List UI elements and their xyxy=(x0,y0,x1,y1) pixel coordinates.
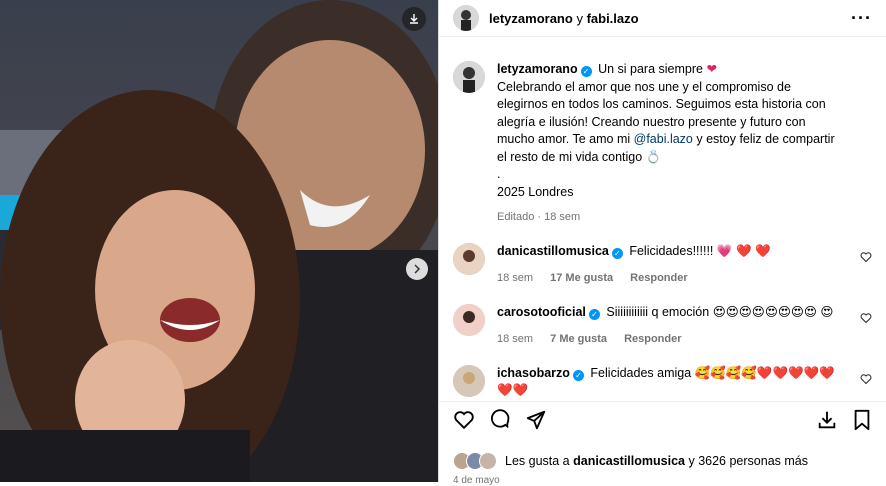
comment-meta: 18 sem 17 Me gusta Responder xyxy=(497,272,688,284)
heart-outline-icon[interactable] xyxy=(860,312,872,324)
caption-title: Un si para siempre xyxy=(598,62,703,76)
post-header: letyzamorano y fabi.lazo ··· xyxy=(439,0,886,37)
author-avatar[interactable] xyxy=(453,5,479,31)
reply-button[interactable]: Responder xyxy=(624,333,681,345)
save-button[interactable] xyxy=(852,409,872,431)
chevron-right-icon xyxy=(414,264,421,274)
heart-icon xyxy=(454,411,474,430)
likes-summary[interactable]: Les gusta a danicastillomusica y 3626 pe… xyxy=(453,452,808,470)
verified-icon: ✓ xyxy=(588,308,600,320)
comment-text: Siiiiiiiiiiii q emoción xyxy=(606,304,710,319)
comment-likes[interactable]: 7 Me gusta xyxy=(550,333,607,345)
comment: carosotooficial ✓ Siiiiiiiiiiii q emoción… xyxy=(453,303,872,349)
comment-icon xyxy=(490,409,510,429)
next-photo-button[interactable] xyxy=(406,258,428,280)
download-tray-icon xyxy=(818,411,836,429)
comment-emoji: 💗 ❤️ ❤️ xyxy=(716,243,771,258)
post-viewer: letyzamorano y fabi.lazo ··· letyzamoran… xyxy=(0,0,886,486)
reply-button[interactable]: Responder xyxy=(630,272,687,284)
comment-meta: 18 sem 7 Me gusta Responder xyxy=(497,333,682,345)
comment-emoji: 😍😍😍😍😍😍😍😍 😍 xyxy=(712,304,834,319)
comment-username[interactable]: ichasobarzo xyxy=(497,366,570,380)
send-icon xyxy=(526,410,546,430)
post-actions xyxy=(439,401,886,438)
share-button[interactable] xyxy=(525,409,547,431)
caption: letyzamorano ✓ Un si para siempre ❤ Celeb… xyxy=(453,61,872,227)
comment-button[interactable] xyxy=(489,409,511,431)
caption-avatar[interactable] xyxy=(453,61,485,93)
comment: danicastillomusica ✓ Felicidades!!!!!! 💗 … xyxy=(453,242,872,288)
heart-emoji: ❤ xyxy=(706,62,717,76)
download-icon xyxy=(410,14,418,24)
post-side-panel: letyzamorano y fabi.lazo ··· letyzamoran… xyxy=(438,0,886,486)
caption-meta: Editado · 18 sem xyxy=(497,211,581,223)
caption-place: 2025 Londres xyxy=(497,184,574,199)
caption-username[interactable]: letyzamorano xyxy=(497,62,578,76)
comment-likes[interactable]: 17 Me gusta xyxy=(550,272,613,284)
post-date: 4 de mayo xyxy=(453,475,500,486)
comments-area[interactable]: letyzamorano ✓ Un si para siempre ❤ Celeb… xyxy=(439,37,886,402)
comment-username[interactable]: carosotooficial xyxy=(497,305,586,319)
comment-avatar[interactable] xyxy=(453,364,485,397)
verified-icon: ✓ xyxy=(580,66,592,77)
comment-text: Felicidades!!!!!! xyxy=(629,243,714,258)
author-username[interactable]: letyzamorano xyxy=(489,11,573,26)
more-options-icon[interactable]: ··· xyxy=(851,8,872,29)
caption-mention[interactable]: @fabi.lazo xyxy=(634,132,693,146)
verified-icon: ✓ xyxy=(572,369,584,381)
author-names: letyzamorano y fabi.lazo xyxy=(489,10,639,26)
post-photo[interactable] xyxy=(0,0,438,482)
download-button[interactable] xyxy=(402,7,426,31)
comment-avatar[interactable] xyxy=(453,303,485,336)
download-post-button[interactable] xyxy=(816,409,838,431)
like-button[interactable] xyxy=(453,409,475,431)
liker-username[interactable]: danicastillomusica xyxy=(573,454,685,468)
comment-username[interactable]: danicastillomusica xyxy=(497,244,609,258)
comment: ichasobarzo ✓ Felicidades amiga 🥰🥰🥰🥰❤️❤️❤… xyxy=(453,364,872,400)
couple-photo xyxy=(0,0,438,482)
comment-avatar[interactable] xyxy=(453,242,485,275)
heart-outline-icon[interactable] xyxy=(860,251,872,263)
ring-emoji: 💍 xyxy=(645,149,662,164)
verified-icon: ✓ xyxy=(611,247,623,259)
comment-text: Felicidades amiga xyxy=(590,365,692,380)
liker-avatars xyxy=(453,452,497,470)
coauthor-username[interactable]: fabi.lazo xyxy=(587,11,639,26)
bookmark-icon xyxy=(854,409,870,431)
heart-outline-icon[interactable] xyxy=(860,373,872,385)
